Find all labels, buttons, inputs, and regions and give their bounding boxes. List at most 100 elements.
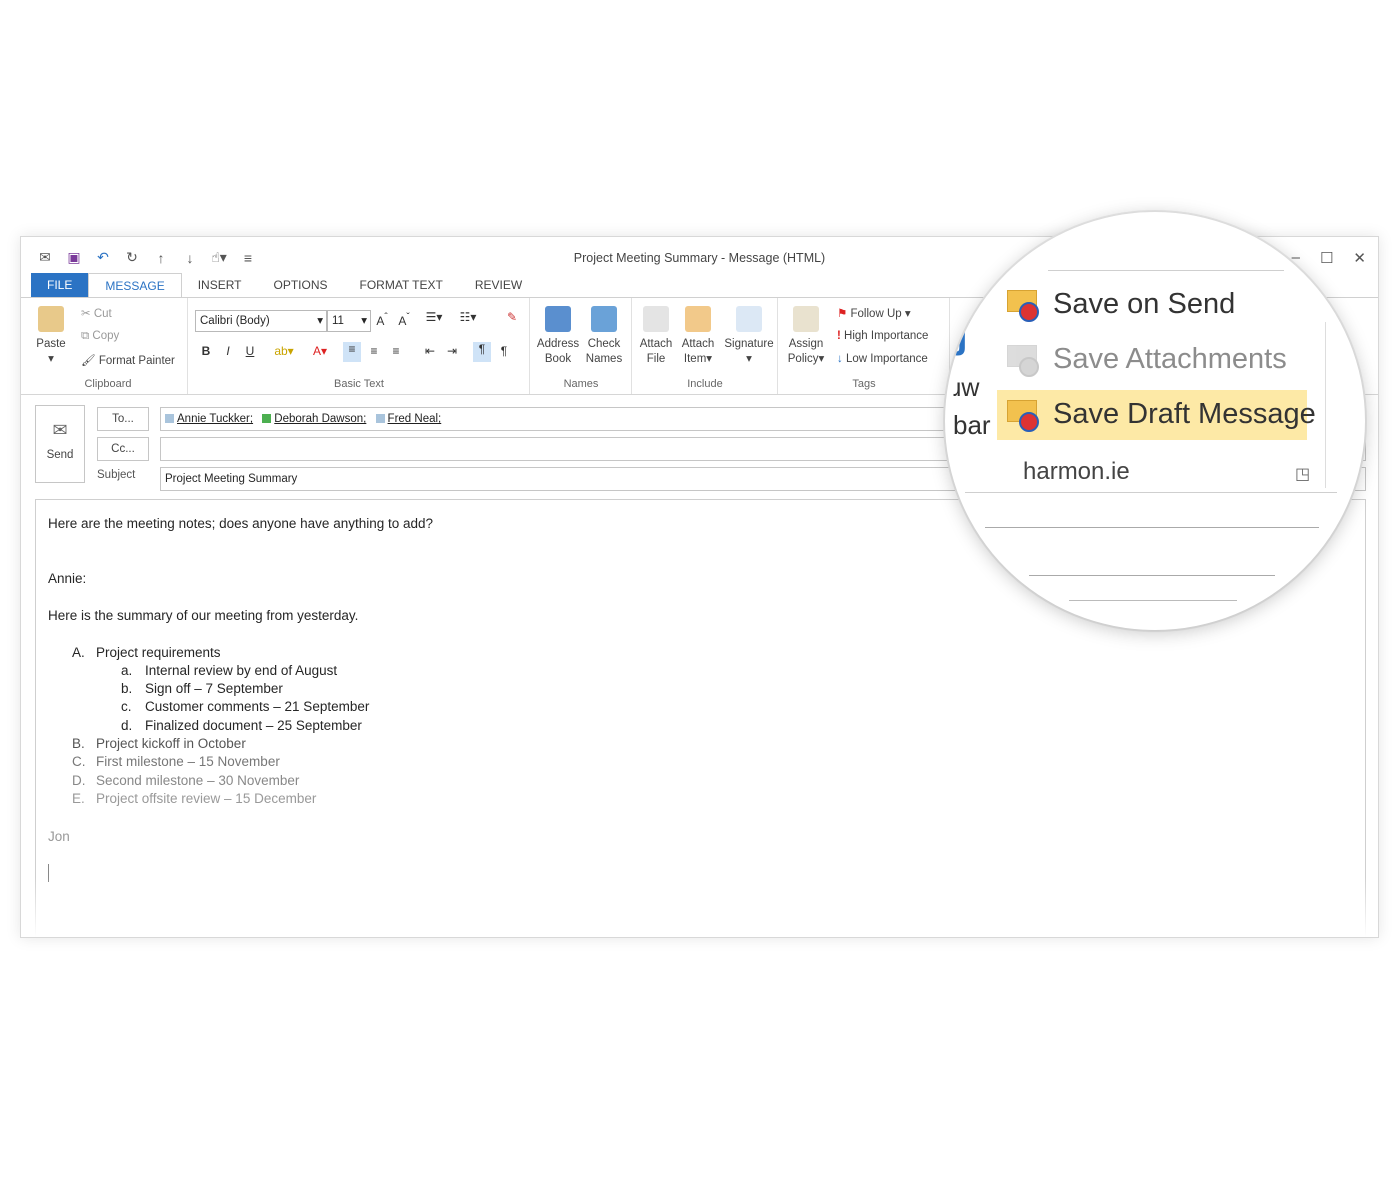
paperclip-icon xyxy=(643,306,669,332)
recipient-fred[interactable]: Fred Neal; xyxy=(388,413,442,425)
harmonie-group-label: harmon.ie xyxy=(1023,458,1130,485)
maximize-icon[interactable]: ☐ xyxy=(1320,249,1333,267)
clear-formatting-icon[interactable]: ✎ xyxy=(503,310,521,324)
copy-button[interactable]: ⧉ Copy xyxy=(81,330,119,343)
close-icon[interactable]: ✕ xyxy=(1353,249,1366,267)
save-attachments-button[interactable]: Save Attachments xyxy=(1007,343,1287,377)
attach-file-label-1: Attach xyxy=(639,338,673,350)
ribbon-tabs: FILE MESSAGE INSERT OPTIONS FORMAT TEXT … xyxy=(31,273,538,299)
align-center-icon[interactable]: ≡ xyxy=(365,344,383,358)
format-painter-label: Format Painter xyxy=(98,355,175,367)
brush-icon: 🖌 xyxy=(81,355,96,367)
list-text: Project requirements xyxy=(96,645,221,660)
signature-button[interactable]: Signature ▾ xyxy=(721,306,777,367)
send-button[interactable]: ✉ Send xyxy=(35,405,85,483)
align-left-icon[interactable]: ≡ xyxy=(343,342,361,362)
tab-format-text[interactable]: FORMAT TEXT xyxy=(344,273,459,297)
list-item: D. Second milestone – 30 November xyxy=(72,773,299,788)
tab-insert[interactable]: INSERT xyxy=(182,273,258,297)
high-importance-label: High Importance xyxy=(844,330,929,342)
save-draft-message-button[interactable]: Save Draft Message xyxy=(1007,398,1316,432)
tags-group: Assign Policy▾ ⚑ Follow Up ▾ ! High Impo… xyxy=(779,298,950,394)
list-item: b. Sign off – 7 September xyxy=(121,681,283,696)
assign-policy-label-1: Assign xyxy=(788,338,824,350)
list-marker: d. xyxy=(121,718,133,733)
follow-up-button[interactable]: ⚑ Follow Up ▾ xyxy=(837,306,911,320)
to-button[interactable]: To... xyxy=(97,407,149,431)
recipient-status-icon xyxy=(375,414,385,424)
list-item: E. Project offsite review – 15 December xyxy=(72,791,316,806)
cc-button[interactable]: Cc... xyxy=(97,437,149,461)
list-text: Project offsite review – 15 December xyxy=(96,791,317,806)
save-attachments-icon xyxy=(1007,344,1041,377)
send-label: Send xyxy=(46,449,74,461)
format-painter-button[interactable]: 🖌 Format Painter xyxy=(81,353,175,367)
magnifier-callout: ʃ ɹw bar Save on Send Save Attachments S… xyxy=(945,212,1365,630)
check-names-label-1: Check xyxy=(587,338,621,350)
tab-review[interactable]: REVIEW xyxy=(459,273,538,297)
italic-icon[interactable]: I xyxy=(219,344,237,358)
save-on-send-button[interactable]: Save on Send xyxy=(1007,288,1235,322)
save-draft-icon xyxy=(1007,399,1041,432)
list-text: Finalized document – 25 September xyxy=(145,718,362,733)
bullets-icon[interactable]: ☰▾ xyxy=(425,310,443,324)
numbering-icon[interactable]: ☷▾ xyxy=(459,310,477,324)
rtl-icon[interactable]: ¶ xyxy=(495,344,513,358)
recipient-annie[interactable]: Annie Tuckker; xyxy=(177,413,253,425)
align-right-icon[interactable]: ≡ xyxy=(387,344,405,358)
partial-icon: ʃ xyxy=(955,312,969,356)
high-importance-button[interactable]: ! High Importance xyxy=(837,330,928,342)
body-signature: Jon xyxy=(48,829,70,844)
recipient-deborah[interactable]: Deborah Dawson; xyxy=(274,413,366,425)
list-marker: b. xyxy=(121,681,133,696)
underline-icon[interactable]: U xyxy=(241,344,259,358)
increase-indent-icon[interactable]: ⇥ xyxy=(443,344,461,358)
list-text: Internal review by end of August xyxy=(145,663,338,678)
divider xyxy=(1325,322,1326,488)
low-importance-label: Low Importance xyxy=(845,353,928,365)
divider xyxy=(965,492,1337,493)
partial-label-2: bar xyxy=(953,410,991,440)
font-size-select[interactable]: 11 ▾ xyxy=(327,310,371,332)
basic-text-group-label: Basic Text xyxy=(334,378,384,390)
attach-item-button[interactable]: Attach Item▾ xyxy=(677,306,719,367)
clipboard-icon xyxy=(38,306,64,332)
dialog-launcher-icon[interactable]: ◳ xyxy=(1295,464,1310,484)
paste-button[interactable]: Paste ▾ xyxy=(33,306,69,367)
cut-button[interactable]: ✂ Cut xyxy=(81,306,112,320)
list-text: Sign off – 7 September xyxy=(145,681,283,696)
names-group-label: Names xyxy=(563,378,599,390)
tab-options[interactable]: OPTIONS xyxy=(258,273,344,297)
assign-policy-button[interactable]: Assign Policy▾ xyxy=(781,306,831,367)
include-group-label: Include xyxy=(687,378,723,390)
copy-icon: ⧉ xyxy=(81,330,90,342)
signature-label: Signature xyxy=(724,338,774,350)
clipboard-group-label: Clipboard xyxy=(84,378,132,390)
chevron-down-icon: ▾ xyxy=(317,315,323,327)
font-name-select[interactable]: Calibri (Body) ▾ xyxy=(195,310,327,332)
tab-message[interactable]: MESSAGE xyxy=(88,273,182,299)
divider xyxy=(1069,600,1237,601)
down-arrow-icon: ↓ xyxy=(837,353,843,365)
attach-file-button[interactable]: Attach File xyxy=(635,306,677,367)
address-book-button[interactable]: Address Book xyxy=(535,306,581,367)
font-name-value: Calibri (Body) xyxy=(200,315,270,327)
tab-file[interactable]: FILE xyxy=(31,273,89,297)
ltr-icon[interactable]: ¶ xyxy=(473,342,491,362)
divider xyxy=(1029,575,1275,576)
highlight-icon[interactable]: ab▾ xyxy=(269,344,299,358)
list-marker: A. xyxy=(72,645,85,660)
recipient-status-icon xyxy=(165,414,174,424)
flag-icon: ⚑ xyxy=(837,308,848,320)
list-item: c. Customer comments – 21 September xyxy=(121,699,369,714)
grow-font-icon[interactable]: Aˆ xyxy=(373,312,391,328)
body-intro: Here are the meeting notes; does anyone … xyxy=(48,516,434,531)
check-names-button[interactable]: Check Names xyxy=(581,306,627,367)
divider xyxy=(985,527,1319,528)
low-importance-button[interactable]: ↓ Low Importance xyxy=(837,353,928,365)
decrease-indent-icon[interactable]: ⇤ xyxy=(421,344,439,358)
font-color-icon[interactable]: A▾ xyxy=(305,344,335,358)
list-marker: B. xyxy=(72,736,85,751)
shrink-font-icon[interactable]: Aˇ xyxy=(395,312,413,328)
bold-icon[interactable]: B xyxy=(197,344,215,358)
